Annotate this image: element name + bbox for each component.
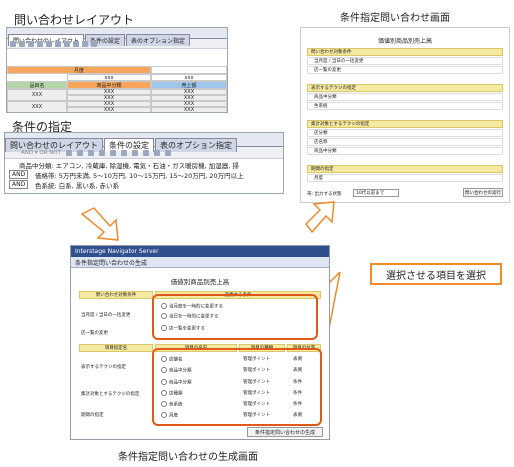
cond-row-label: 当月度 / 当日の一括変更 — [81, 313, 131, 318]
generate-button[interactable]: 条件指定問い合わせの生成 — [247, 427, 323, 437]
arrow-down-right-icon — [80, 207, 119, 241]
cond-row-label: 店一覧の変更 — [81, 331, 108, 336]
callout-box: 選択させる項目を選択 — [370, 263, 502, 285]
group-label: 期間の指定 — [81, 413, 104, 418]
gen-caption: 条件指定問い合わせの生成画面 — [118, 452, 258, 463]
col-header: 問い合わせ対象条件 — [79, 291, 153, 299]
highlight-options — [152, 294, 318, 340]
group-label: 集計対象とするテクジの指定 — [81, 392, 140, 397]
group-label: 表示するテクジの指定 — [81, 365, 126, 370]
arrow-up-right-icon — [305, 201, 335, 234]
gen-title: 価値別商品別売上高 — [170, 278, 230, 286]
gen-subtitle: 条件指定問い合わせの生成 — [71, 257, 329, 268]
brand-bar: Interstage Navigator Server — [71, 246, 329, 257]
item-col-header: 項目指定名 — [79, 344, 153, 352]
highlight-items — [152, 348, 322, 426]
